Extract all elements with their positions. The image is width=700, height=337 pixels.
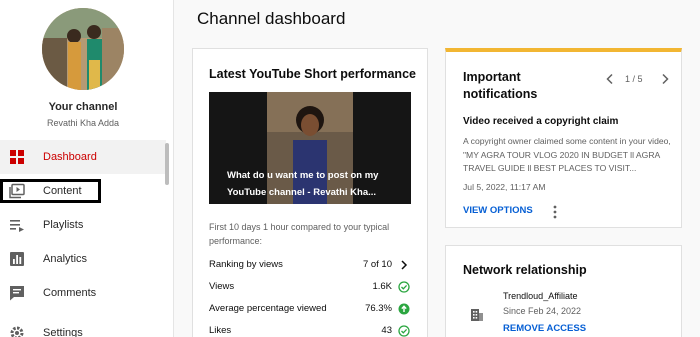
sidebar-item-label: Analytics [43,253,88,265]
chevron-right-icon [401,260,408,270]
chevron-left-icon[interactable] [605,73,615,85]
playlists-icon [10,220,24,232]
perf-row-average-viewed: Average percentage viewed 76.3% [209,301,414,317]
sidebar-item-analytics[interactable]: Analytics [0,242,166,276]
settings-icon [10,326,24,337]
sidebar-item-label: Comments [43,287,97,299]
notification-headline: Video received a copyright claim [463,116,619,127]
perf-row-label: Average percentage viewed [209,303,327,314]
comments-icon [10,286,24,301]
video-caption: What do u want me to post on my YouTube … [227,170,379,198]
channel-name: Revathi Kha Adda [46,118,120,128]
sidebar: Your channel Revathi Kha Adda Dashboard … [0,0,174,337]
latest-short-card: Latest YouTube Short performance What do… [192,48,428,337]
dashboard-icon [10,150,24,164]
channel-avatar[interactable] [42,8,124,90]
perf-row-value: 76.3% [365,303,392,314]
short-video-thumbnail[interactable]: What do u want me to post on my YouTube … [209,92,411,204]
chevron-right-icon[interactable] [660,73,670,85]
notification-body: A copyright owner claimed some content i… [463,136,671,173]
perf-row-value: 43 [381,325,392,336]
notifications-card: Important notifications 1 / 5 Video rece… [445,48,682,228]
notifications-pager: 1 / 5 [603,73,681,87]
sidebar-item-playlists[interactable]: Playlists [0,208,166,242]
partner-since: Since Feb 24, 2022 [503,306,582,316]
sidebar-item-label: Settings [43,327,83,337]
perf-row-likes: Likes 43 [209,323,414,337]
sidebar-item-dashboard[interactable]: Dashboard [0,140,166,174]
perf-row-label: Likes [209,325,232,336]
sidebar-item-settings[interactable]: Settings [0,316,166,337]
content-highlight-box [0,179,101,203]
notification-date: Jul 5, 2022, 11:17 AM [463,182,546,192]
perf-row-ranking[interactable]: Ranking by views 7 of 10 [209,257,414,273]
notifications-title: Important notifications [463,70,538,101]
more-vert-icon[interactable] [551,204,559,220]
view-options-button[interactable]: VIEW OPTIONS [463,205,533,216]
analytics-icon [10,252,24,266]
sidebar-item-label: Playlists [43,219,84,231]
remove-access-button[interactable]: REMOVE ACCESS [503,323,586,334]
partner-name: Trendloud_Affiliate [503,291,578,301]
sidebar-item-label: Dashboard [43,151,97,163]
check-circle-icon [398,325,410,337]
performance-description: First 10 days 1 hour compared to your ty… [209,222,390,246]
page-title: Channel dashboard [197,9,346,28]
latest-short-title: Latest YouTube Short performance [209,67,416,81]
sidebar-item-comments[interactable]: Comments [0,276,166,310]
perf-row-views: Views 1.6K [209,279,414,295]
check-circle-icon [398,281,410,293]
pager-count: 1 / 5 [625,74,643,84]
your-channel-label: Your channel [48,101,118,113]
sidebar-scrollbar[interactable] [165,143,169,185]
perf-row-label: Views [209,281,235,292]
perf-row-label: Ranking by views [209,259,283,270]
perf-row-value: 1.6K [372,281,392,292]
network-title: Network relationship [463,263,587,277]
perf-row-value: 7 of 10 [362,259,392,270]
network-relationship-card: Network relationship Trendloud_Affiliate… [445,245,682,337]
building-icon [471,309,483,321]
arrow-up-circle-icon [398,303,410,315]
